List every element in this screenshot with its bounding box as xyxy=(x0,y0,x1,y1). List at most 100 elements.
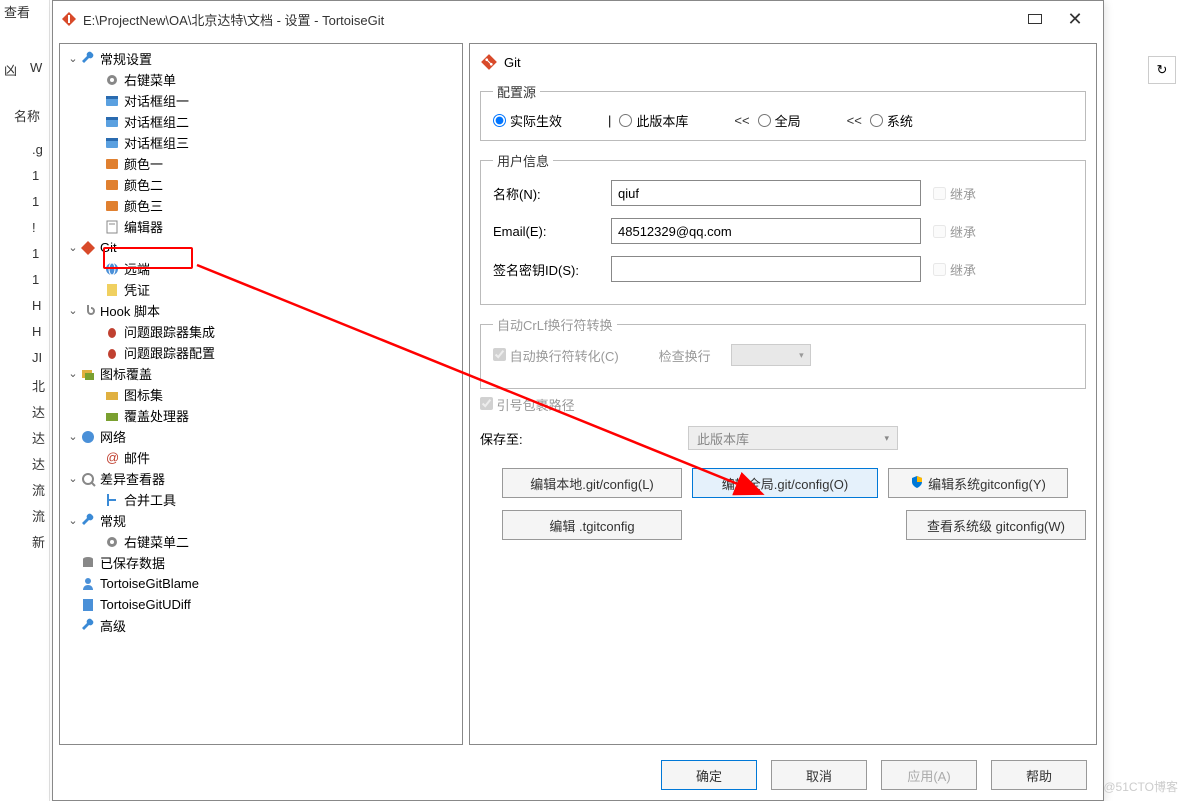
tree-node-26[interactable]: TortoiseGitUDiff xyxy=(60,594,462,615)
close-button[interactable]: ✕ xyxy=(1055,5,1095,33)
window-title: E:\ProjectNew\OA\北京达特\文档 - 设置 - Tortoise… xyxy=(83,10,1015,29)
row-15: 新 xyxy=(32,532,45,551)
user-info-fieldset: 用户信息 名称(N): 继承 Email(E): 继承 签名密钥ID(S): 继… xyxy=(480,151,1086,305)
radio-local[interactable]: 此版本库 xyxy=(619,111,688,130)
refresh-button[interactable]: ↻ xyxy=(1148,56,1176,84)
tree-node-27[interactable]: 高级 xyxy=(60,615,462,636)
radio-effective[interactable]: 实际生效 xyxy=(493,111,562,130)
row-8: JI xyxy=(32,350,42,365)
row-1: 1 xyxy=(32,168,39,183)
cancel-button[interactable]: 取消 xyxy=(771,760,867,790)
tree-node-12[interactable]: ⌄Hook 脚本 xyxy=(60,300,462,321)
sign-label: 签名密钥ID(S): xyxy=(493,260,611,279)
tree-label: 已保存数据 xyxy=(100,553,165,572)
tree-node-22[interactable]: ⌄常规 xyxy=(60,510,462,531)
tree-node-14[interactable]: 问题跟踪器配置 xyxy=(60,342,462,363)
tree-node-1[interactable]: 右键菜单 xyxy=(60,69,462,90)
dialog-footer: 确定 取消 应用(A) 帮助 xyxy=(661,760,1087,790)
name-input[interactable] xyxy=(611,180,921,206)
tree-node-17[interactable]: 覆盖处理器 xyxy=(60,405,462,426)
tree-node-8[interactable]: 编辑器 xyxy=(60,216,462,237)
wrench-blue-icon xyxy=(80,618,96,634)
tree-label: 凭证 xyxy=(124,280,150,299)
tree-node-15[interactable]: ⌄ 图标覆盖 xyxy=(60,363,462,384)
tree-node-24[interactable]: 已保存数据 xyxy=(60,552,462,573)
chevron-icon[interactable]: ⌄ xyxy=(66,514,80,527)
email-input[interactable] xyxy=(611,218,921,244)
chevron-icon[interactable]: ⌄ xyxy=(66,304,80,317)
arrow-1: << xyxy=(734,113,749,128)
tree-node-19[interactable]: @邮件 xyxy=(60,447,462,468)
tree-node-4[interactable]: 对话框组三 xyxy=(60,132,462,153)
tree-node-5[interactable]: 颜色一 xyxy=(60,153,462,174)
bug-icon xyxy=(104,345,120,361)
tree-node-18[interactable]: ⌄网络 xyxy=(60,426,462,447)
email-label: Email(E): xyxy=(493,224,611,239)
chevron-icon[interactable]: ⌄ xyxy=(66,52,80,65)
tree-node-20[interactable]: ⌄ 差异查看器 xyxy=(60,468,462,489)
edit-tgitconfig-button[interactable]: 编辑 .tgitconfig xyxy=(502,510,682,540)
edit-global-button[interactable]: 编辑全局.git/config(O) xyxy=(692,468,878,498)
tree-node-2[interactable]: 对话框组一 xyxy=(60,90,462,111)
chevron-icon[interactable]: ⌄ xyxy=(66,472,80,485)
tree-node-21[interactable]: 合并工具 xyxy=(60,489,462,510)
title-bar: E:\ProjectNew\OA\北京达特\文档 - 设置 - Tortoise… xyxy=(53,1,1103,37)
tree-node-9[interactable]: ⌄ Git xyxy=(60,237,462,258)
panel-title-text: Git xyxy=(504,55,521,70)
tree-label: 图标覆盖 xyxy=(100,364,152,383)
gear-icon xyxy=(104,534,120,550)
tree-label: 对话框组二 xyxy=(124,112,189,131)
palette-icon xyxy=(104,198,120,214)
chevron-icon[interactable]: ⌄ xyxy=(66,367,80,380)
apply-button[interactable]: 应用(A) xyxy=(881,760,977,790)
cert-icon xyxy=(104,282,120,298)
chevron-icon[interactable]: ⌄ xyxy=(66,241,80,254)
edit-system-button[interactable]: 编辑系统gitconfig(Y) xyxy=(888,468,1068,498)
tree-node-10[interactable]: 远端 xyxy=(60,258,462,279)
tree-node-13[interactable]: 问题跟踪器集成 xyxy=(60,321,462,342)
check-newline-label: 检查换行 xyxy=(659,346,711,365)
view-system-button[interactable]: 查看系统级 gitconfig(W) xyxy=(906,510,1086,540)
panel-title: Git xyxy=(480,50,1086,74)
tree-node-6[interactable]: 颜色二 xyxy=(60,174,462,195)
tree-label: 对话框组三 xyxy=(124,133,189,152)
tree-node-16[interactable]: 图标集 xyxy=(60,384,462,405)
edit-local-button[interactable]: 编辑本地.git/config(L) xyxy=(502,468,682,498)
email-inherit[interactable]: 继承 xyxy=(933,222,976,241)
separator-bar: | xyxy=(608,113,611,128)
radio-global[interactable]: 全局 xyxy=(758,111,801,130)
net-icon xyxy=(80,429,96,445)
globe-icon xyxy=(104,261,120,277)
chevron-icon[interactable]: ⌄ xyxy=(66,430,80,443)
tree-node-0[interactable]: ⌄常规设置 xyxy=(60,48,462,69)
tree-label: 远端 xyxy=(124,259,150,278)
settings-tree[interactable]: ⌄常规设置右键菜单对话框组一对话框组二对话框组三颜色一颜色二颜色三编辑器 ⌄ Git… xyxy=(59,43,463,745)
ok-button[interactable]: 确定 xyxy=(661,760,757,790)
help-button[interactable]: 帮助 xyxy=(991,760,1087,790)
editor-icon xyxy=(104,219,120,235)
tree-label: 颜色三 xyxy=(124,196,163,215)
tree-node-23[interactable]: 右键菜单二 xyxy=(60,531,462,552)
row-3: ! xyxy=(32,220,36,235)
app-icon xyxy=(61,11,77,27)
tree-node-25[interactable]: TortoiseGitBlame xyxy=(60,573,462,594)
row-6: H xyxy=(32,298,41,313)
tree-node-11[interactable]: 凭证 xyxy=(60,279,462,300)
row-7: H xyxy=(32,324,41,339)
auto-crlf-check: 自动换行符转化(C) xyxy=(493,346,619,365)
sign-input[interactable] xyxy=(611,256,921,282)
maximize-button[interactable] xyxy=(1015,5,1055,33)
tree-node-7[interactable]: 颜色三 xyxy=(60,195,462,216)
merge-icon xyxy=(104,492,120,508)
sign-inherit[interactable]: 继承 xyxy=(933,260,976,279)
radio-system[interactable]: 系统 xyxy=(870,111,913,130)
mail-icon: @ xyxy=(104,450,120,466)
gear-icon xyxy=(104,72,120,88)
save-to-combo: 此版本库▾ xyxy=(688,426,898,450)
row-11: 达 xyxy=(32,428,45,447)
tree-label: Git xyxy=(100,240,117,255)
name-inherit[interactable]: 继承 xyxy=(933,184,976,203)
tree-node-3[interactable]: 对话框组二 xyxy=(60,111,462,132)
tree-label: 差异查看器 xyxy=(100,469,165,488)
explorer-left-bg: 查看 凶 W 名称 .g 1 1 ! 1 1 H H JI 北 达 达 达 流 … xyxy=(0,0,50,801)
